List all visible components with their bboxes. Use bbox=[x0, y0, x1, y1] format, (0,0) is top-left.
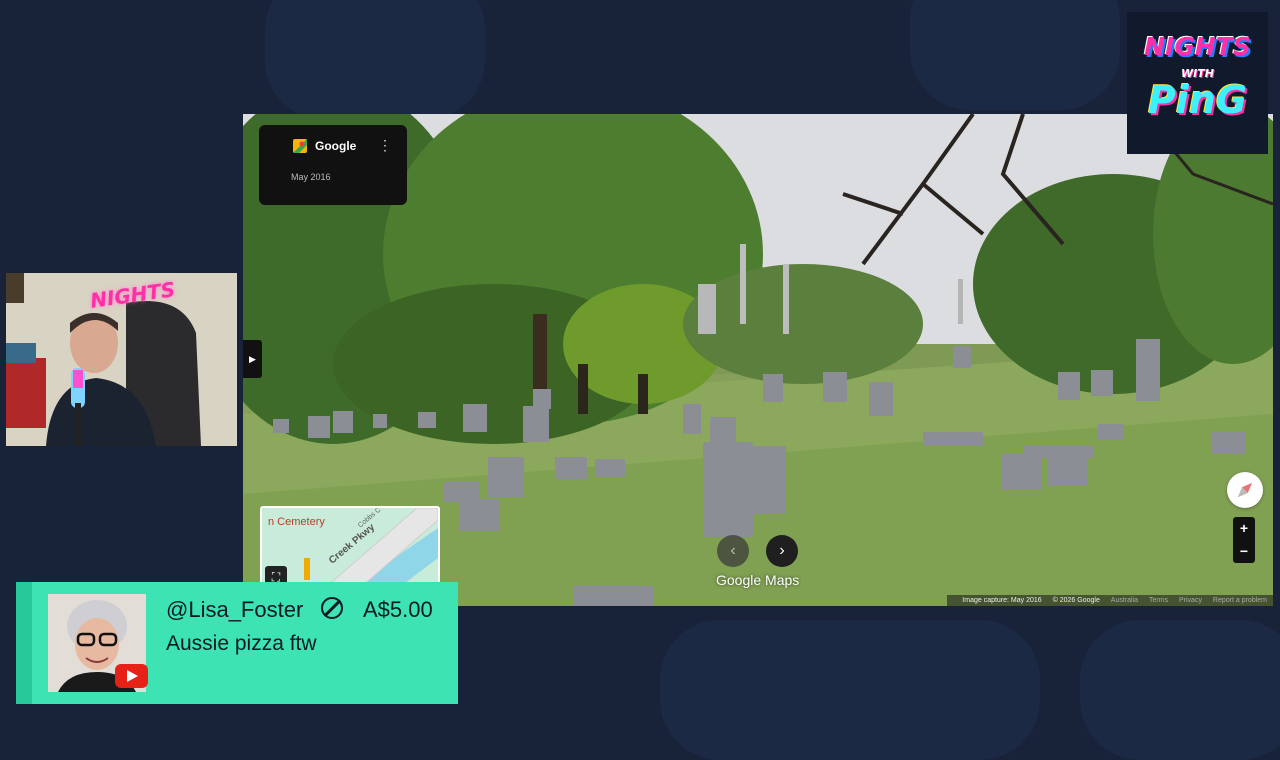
minimap-place-label: n Cemetery bbox=[268, 516, 325, 528]
copyright-text: © 2026 Google bbox=[1052, 597, 1100, 604]
logo-line-3: PinG bbox=[1147, 78, 1248, 122]
terms-link[interactable]: Terms bbox=[1149, 597, 1168, 604]
zoom-control: + − bbox=[1233, 517, 1255, 563]
capture-date: May 2016 bbox=[291, 172, 331, 182]
background-shape bbox=[1080, 620, 1280, 760]
brand-label: Google bbox=[315, 139, 357, 153]
street-view-panel[interactable]: Google ⋮ May 2016 ▶ n Cemetery Creek Pkw… bbox=[243, 114, 1273, 606]
more-vert-icon[interactable]: ⋮ bbox=[378, 137, 392, 154]
superchat-username: @Lisa_Foster bbox=[166, 597, 304, 622]
zoom-in-button[interactable]: + bbox=[1233, 517, 1255, 540]
superchat-stripe bbox=[16, 582, 32, 704]
next-button[interactable]: › bbox=[766, 535, 798, 567]
moderation-icon bbox=[321, 597, 343, 619]
webcam-feed: NIGHTS bbox=[6, 273, 237, 446]
chevron-left-icon: ‹ bbox=[730, 542, 736, 559]
superchat-message: Aussie pizza ftw bbox=[166, 632, 317, 655]
superchat-alert: @Lisa_Foster A$5.00 Aussie pizza ftw bbox=[16, 582, 458, 704]
superchat-amount: A$5.00 bbox=[363, 597, 433, 622]
zoom-out-button[interactable]: − bbox=[1233, 540, 1255, 563]
compass-button[interactable] bbox=[1227, 472, 1263, 508]
report-problem-link[interactable]: Report a problem bbox=[1213, 597, 1267, 604]
google-maps-icon bbox=[293, 139, 307, 153]
google-maps-logo: Google Maps bbox=[716, 572, 800, 588]
previous-button[interactable]: ‹ bbox=[717, 535, 749, 567]
channel-logo: NIGHTS WITH PinG bbox=[1127, 12, 1268, 154]
region-link[interactable]: Australia bbox=[1111, 597, 1138, 604]
youtube-icon bbox=[115, 664, 148, 688]
chevron-right-icon: ▶ bbox=[249, 354, 256, 364]
logo-line-1: NIGHTS bbox=[1144, 32, 1251, 61]
background-shape bbox=[265, 0, 485, 120]
privacy-link[interactable]: Privacy bbox=[1179, 597, 1202, 604]
background-shape bbox=[910, 0, 1120, 110]
compass-icon bbox=[1237, 482, 1253, 498]
chevron-right-icon: › bbox=[779, 542, 785, 559]
image-capture-text: Image capture: May 2016 bbox=[962, 597, 1042, 604]
street-view-info-card: Google ⋮ May 2016 bbox=[259, 125, 407, 205]
background-shape bbox=[660, 620, 1040, 760]
collapse-panel-button[interactable]: ▶ bbox=[243, 340, 262, 378]
